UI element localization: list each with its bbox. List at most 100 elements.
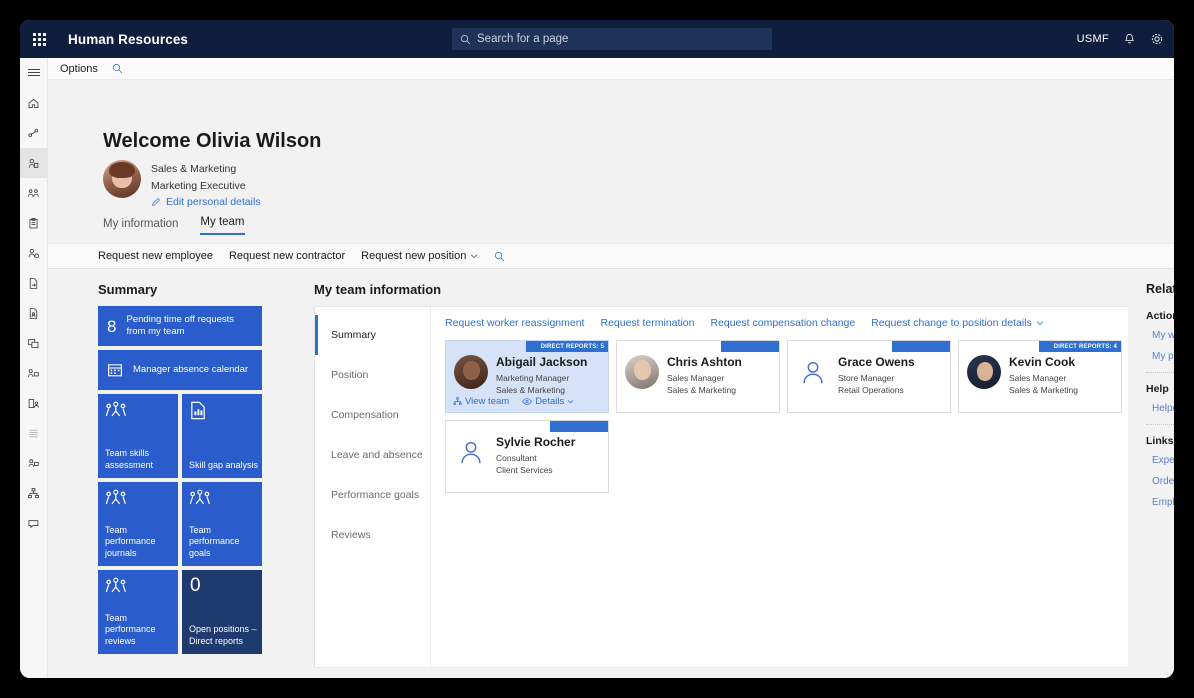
report-document-icon [189,401,207,425]
member-name: Grace Owens [838,355,915,369]
waffle-grid-icon[interactable] [20,20,58,58]
member-name: Kevin Cook [1009,355,1076,369]
panel-nav-position[interactable]: Position [315,355,430,395]
app-window: Human Resources Search for a page USMF O… [20,20,1174,678]
avatar [967,355,1001,389]
panel-nav-performance-goals[interactable]: Performance goals [315,475,430,515]
tile-team-reviews-label: Team performance reviews [105,612,156,646]
link-request-position-details-label: Request change to position details [871,317,1032,329]
sidebar-item-clipboard[interactable] [20,208,47,238]
edit-personal-details-link[interactable]: Edit personal details [151,196,261,208]
tile-pending-time-off[interactable]: 8 Pending time off requests from my team [98,306,262,346]
panel-nav-leave-and-absence[interactable]: Leave and absence [315,435,430,475]
request-new-position-label: Request new position [361,250,467,262]
link-request-change-to-position-details[interactable]: Request change to position details [871,317,1044,329]
page-tabs: My information My team [103,216,245,235]
request-new-employee-button[interactable]: Request new employee [98,250,213,262]
top-right-controls: USMF [1077,20,1164,58]
related-link-order-a-device[interactable]: Order a d [1152,476,1174,487]
request-new-contractor-button[interactable]: Request new contractor [229,250,345,262]
member-title: Sales Manager [667,373,725,383]
team-member-card-chris-ashton[interactable]: Chris Ashton Sales Manager Sales & Marke… [616,340,780,413]
related-link-my-positions[interactable]: My positi [1152,351,1174,362]
summary-tiles: 8 Pending time off requests from my team… [98,306,266,654]
tile-manager-absence-calendar[interactable]: Manager absence calendar [98,350,262,390]
chevron-down-icon [567,398,574,405]
sidebar-item-people-group[interactable] [20,178,47,208]
status-badge [550,421,608,432]
bell-icon[interactable] [1123,33,1136,46]
action-bar-search-icon[interactable] [494,251,505,262]
sidebar-item-person-settings[interactable] [20,238,47,268]
sidebar-item-document-arrow[interactable] [20,268,47,298]
status-badge [721,341,779,352]
link-request-termination-label: Request termination [600,317,695,329]
tile-team-performance-journals[interactable]: Team performance journals [98,482,178,566]
page-content: Welcome Olivia Wilson Sales & Marketing … [48,80,1174,678]
tab-my-team[interactable]: My team [200,216,245,235]
related-link-expenses[interactable]: Expenses [1152,455,1174,466]
status-badge: DIRECT REPORTS: 4 [1039,341,1121,352]
tile-team-skills-assessment[interactable]: Team skills assessment [98,394,178,478]
sidebar-item-home[interactable] [20,88,47,118]
member-department: Retail Operations [838,385,904,395]
tile-open-positions-count: 0 [190,575,201,596]
related-link-helpdesk[interactable]: Helpdesk [1152,403,1174,414]
options-search-icon[interactable] [112,63,123,74]
team-information-panel: Summary Position Compensation Leave and … [314,306,1138,668]
link-request-worker-reassignment[interactable]: Request worker reassignment [445,317,584,329]
panel-nav-compensation[interactable]: Compensation [315,395,430,435]
hamburger-icon[interactable] [20,58,47,80]
tile-team-performance-goals[interactable]: Team performance goals [182,482,262,566]
team-member-card-kevin-cook[interactable]: DIRECT REPORTS: 4 Kevin Cook Sales Manag… [958,340,1122,413]
tile-team-journals-label: Team performance journals [105,524,156,558]
sidebar-item-sitemap[interactable] [20,478,47,508]
sidebar-item-report-person[interactable] [20,388,47,418]
sidebar-item-person-badge[interactable] [20,148,47,178]
sidebar-item-person-network[interactable] [20,358,47,388]
panel-nav-reviews[interactable]: Reviews [315,515,430,555]
chevron-down-icon [470,252,478,260]
page-action-bar: Request new employee Request new contrac… [48,243,1174,269]
tab-my-information[interactable]: My information [103,218,178,235]
member-department: Client Services [496,465,553,475]
avatar [625,355,659,389]
tile-open-positions[interactable]: 0 Open positions – Direct reports [182,570,262,654]
gear-icon[interactable] [1150,32,1164,46]
options-toolbar: Options [48,58,1174,80]
related-section-links-heading: Links [1146,435,1174,447]
options-button[interactable]: Options [60,63,98,75]
view-team-link[interactable]: View team [453,396,509,407]
team-member-card-abigail-jackson[interactable]: DIRECT REPORTS: 5 Abigail Jackson Market… [445,340,609,413]
team-member-card-grace-owens[interactable]: Grace Owens Store Manager Retail Operati… [787,340,951,413]
member-department: Sales & Marketing [1009,385,1078,395]
sidebar-item-org-hierarchy[interactable] [20,118,47,148]
link-request-termination[interactable]: Request termination [600,317,694,329]
sidebar-item-feedback[interactable] [20,508,47,538]
people-group-icon [105,489,127,511]
sidebar-item-list-lines[interactable] [20,418,47,448]
related-link-employee[interactable]: Employee [1152,497,1174,508]
edit-personal-details-label: Edit personal details [166,196,261,208]
member-title: Sales Manager [1009,373,1067,383]
page-title: Welcome Olivia Wilson [103,130,322,152]
related-link-my-workers[interactable]: My worke [1152,330,1174,341]
related-section-help-heading: Help [1146,383,1169,395]
tile-pending-label: Pending time off requests from my team [126,314,235,337]
tile-team-performance-reviews[interactable]: Team performance reviews [98,570,178,654]
tile-manager-absence-label: Manager absence calendar [133,364,249,375]
global-search-input[interactable]: Search for a page [452,28,772,50]
member-name: Sylvie Rocher [496,435,576,449]
request-new-position-button[interactable]: Request new position [361,250,478,262]
sidebar-item-briefcase-person[interactable] [20,448,47,478]
sidebar-item-windows-stack[interactable] [20,328,47,358]
company-selector[interactable]: USMF [1077,33,1109,45]
link-request-compensation-change[interactable]: Request compensation change [710,317,855,329]
team-member-card-sylvie-rocher[interactable]: Sylvie Rocher Consultant Client Services [445,420,609,493]
sidebar-item-document-person[interactable] [20,298,47,328]
tile-skill-gap-analysis[interactable]: Skill gap analysis [182,394,262,478]
team-icon [453,397,462,406]
panel-nav-summary[interactable]: Summary [315,315,430,355]
details-link[interactable]: Details [522,396,574,407]
member-department: Sales & Marketing [667,385,736,395]
